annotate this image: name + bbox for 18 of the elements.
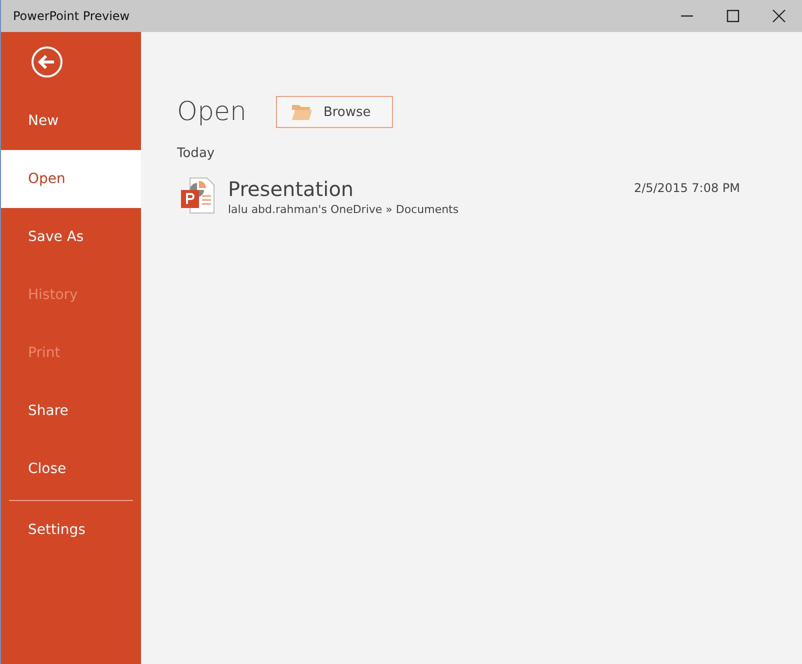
file-date: 2/5/2015 7:08 PM — [634, 181, 740, 195]
section-heading: Today — [177, 146, 216, 161]
sidebar-item[interactable]: Close — [1, 440, 141, 498]
page-heading: Open — [177, 97, 246, 127]
window-title: PowerPoint Preview — [12, 9, 130, 23]
browse-button[interactable]: Browse — [276, 96, 394, 128]
close-icon — [772, 9, 786, 23]
presentation-file-icon — [180, 177, 216, 215]
folder-icon — [291, 103, 314, 121]
file-location: lalu abd.rahman's OneDrive » Documents — [228, 203, 460, 216]
sidebar-item[interactable]: Save As — [1, 208, 141, 266]
file-name[interactable]: Presentation — [228, 177, 634, 201]
sidebar-item[interactable]: Share — [1, 382, 141, 440]
sidebar-item[interactable]: New — [1, 92, 141, 150]
maximize-icon — [726, 9, 740, 23]
sidebar-item[interactable]: Settings — [1, 501, 141, 559]
back-icon[interactable] — [31, 46, 63, 78]
sidebar-item[interactable]: Open — [1, 150, 141, 208]
